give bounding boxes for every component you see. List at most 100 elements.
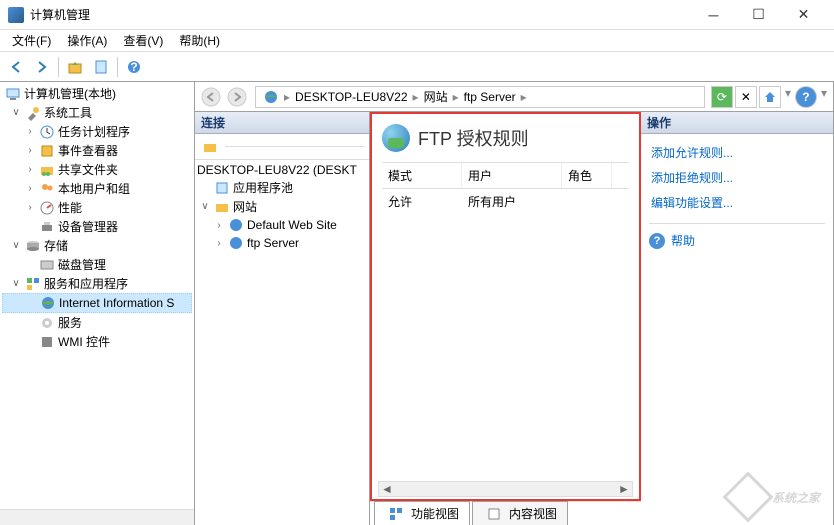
properties-button[interactable] [89, 55, 113, 79]
tree-task-scheduler[interactable]: › 任务计划程序 [2, 122, 192, 141]
tree-storage[interactable]: ∨ 存储 [2, 236, 192, 255]
users-icon [39, 181, 55, 197]
breadcrumb-seg[interactable]: 网站 [421, 88, 451, 105]
features-icon [388, 506, 404, 522]
collapse-icon[interactable]: ∨ [199, 201, 211, 212]
table-row[interactable]: 允许 所有用户 [382, 189, 629, 214]
content-icon [486, 506, 502, 522]
forward-button[interactable] [30, 55, 54, 79]
scroll-right-icon[interactable]: ► [616, 482, 632, 496]
help-icon-button[interactable]: ? [795, 86, 817, 108]
col-mode[interactable]: 模式 [382, 163, 462, 188]
tree-iis[interactable]: Internet Information S [2, 293, 192, 313]
folder-up-button[interactable] [63, 55, 87, 79]
help-button[interactable]: ? [122, 55, 146, 79]
scroll-left-icon[interactable]: ◄ [379, 482, 395, 496]
breadcrumb-seg[interactable]: DESKTOP-LEU8V22 [292, 90, 411, 104]
expand-icon[interactable]: › [213, 220, 225, 231]
tree-label: Internet Information S [59, 296, 174, 310]
conn-ftp-server[interactable]: › ftp Server [197, 234, 367, 252]
collapse-icon[interactable]: ∨ [10, 107, 22, 118]
tree-event-viewer[interactable]: › 事件查看器 [2, 141, 192, 160]
conn-root[interactable]: DESKTOP-LEU8V22 (DESKT [197, 162, 367, 178]
event-icon [39, 143, 55, 159]
tree-label: WMI 控件 [58, 333, 110, 350]
folder-icon[interactable] [202, 139, 218, 155]
home-button[interactable] [759, 86, 781, 108]
add-allow-rule-link[interactable]: 添加允许规则... [649, 140, 825, 165]
tab-label: 功能视图 [411, 505, 459, 522]
window-title: 计算机管理 [30, 6, 691, 23]
tree-label: 设备管理器 [58, 218, 118, 235]
back-button[interactable] [4, 55, 28, 79]
titlebar: 计算机管理 ─ ☐ ✕ [0, 0, 834, 30]
conn-app-pools[interactable]: 应用程序池 [197, 178, 367, 197]
stop-button[interactable]: ✕ [735, 86, 757, 108]
tree-root[interactable]: 计算机管理(本地) [2, 84, 192, 103]
tab-content[interactable]: 内容视图 [472, 501, 568, 525]
maximize-button[interactable]: ☐ [736, 1, 781, 29]
horizontal-scrollbar[interactable] [0, 509, 194, 525]
help-link[interactable]: 帮助 [671, 232, 695, 249]
tree-device-manager[interactable]: 设备管理器 [2, 217, 192, 236]
expand-icon[interactable]: › [24, 126, 36, 137]
tree-label: 存储 [44, 237, 68, 254]
add-deny-rule-link[interactable]: 添加拒绝规则... [649, 165, 825, 190]
expand-icon[interactable]: › [24, 202, 36, 213]
cell-mode: 允许 [382, 189, 462, 214]
expand-icon[interactable]: › [24, 164, 36, 175]
wmi-icon [39, 334, 55, 350]
globe-icon [228, 235, 244, 251]
expand-icon[interactable]: › [24, 145, 36, 156]
tree-services[interactable]: 服务 [2, 313, 192, 332]
tree-performance[interactable]: › 性能 [2, 198, 192, 217]
svg-text:?: ? [130, 60, 137, 74]
tree-disk-management[interactable]: 磁盘管理 [2, 255, 192, 274]
actions-header: 操作 [641, 112, 833, 134]
tree-label: 事件查看器 [58, 142, 118, 159]
nav-back-button[interactable] [199, 85, 223, 109]
menu-view[interactable]: 查看(V) [115, 30, 171, 51]
globe-icon [228, 217, 244, 233]
disk-icon [39, 257, 55, 273]
conn-default-site[interactable]: › Default Web Site [197, 216, 367, 234]
menubar: 文件(F) 操作(A) 查看(V) 帮助(H) [0, 30, 834, 52]
menu-action[interactable]: 操作(A) [59, 30, 115, 51]
tree-label: 计算机管理(本地) [24, 85, 116, 102]
refresh-button[interactable]: ⟳ [711, 86, 733, 108]
iis-icon [40, 295, 56, 311]
tree-system-tools[interactable]: ∨ 系统工具 [2, 103, 192, 122]
tab-features[interactable]: 功能视图 [374, 501, 470, 525]
close-button[interactable]: ✕ [781, 1, 826, 29]
tree-wmi[interactable]: WMI 控件 [2, 332, 192, 351]
horizontal-scrollbar[interactable]: ◄ ► [378, 481, 633, 497]
collapse-icon[interactable]: ∨ [10, 278, 22, 289]
tree-label: 服务 [58, 314, 82, 331]
tools-icon [25, 105, 41, 121]
edit-feature-settings-link[interactable]: 编辑功能设置... [649, 190, 825, 215]
sites-icon [214, 199, 230, 215]
rules-grid[interactable]: 模式 用户 角色 允许 所有用户 [382, 162, 629, 214]
tree-shared-folders[interactable]: › 共享文件夹 [2, 160, 192, 179]
breadcrumb-seg[interactable]: ftp Server [461, 90, 519, 104]
menu-file[interactable]: 文件(F) [4, 30, 59, 51]
col-role[interactable]: 角色 [562, 163, 612, 188]
minimize-button[interactable]: ─ [691, 1, 736, 29]
tree-label: 性能 [58, 199, 82, 216]
expand-icon[interactable]: › [24, 183, 36, 194]
feature-panel: FTP 授权规则 模式 用户 角色 允许 所有用户 [370, 112, 641, 525]
tree-services-apps[interactable]: ∨ 服务和应用程序 [2, 274, 192, 293]
conn-sites[interactable]: ∨ 网站 [197, 197, 367, 216]
col-user[interactable]: 用户 [462, 163, 562, 188]
toolbar: ? [0, 52, 834, 82]
cell-role [562, 189, 612, 214]
tree-local-users[interactable]: › 本地用户和组 [2, 179, 192, 198]
nav-forward-button[interactable] [225, 85, 249, 109]
feature-title: FTP 授权规则 [418, 125, 529, 151]
menu-help[interactable]: 帮助(H) [171, 30, 228, 51]
expand-icon[interactable]: › [213, 238, 225, 249]
shared-folder-icon [39, 162, 55, 178]
breadcrumb-bar: ▸ DESKTOP-LEU8V22 ▸ 网站 ▸ ftp Server ▸ ⟳ … [195, 82, 833, 112]
collapse-icon[interactable]: ∨ [10, 240, 22, 251]
breadcrumb-path[interactable]: ▸ DESKTOP-LEU8V22 ▸ 网站 ▸ ftp Server ▸ [255, 86, 705, 108]
